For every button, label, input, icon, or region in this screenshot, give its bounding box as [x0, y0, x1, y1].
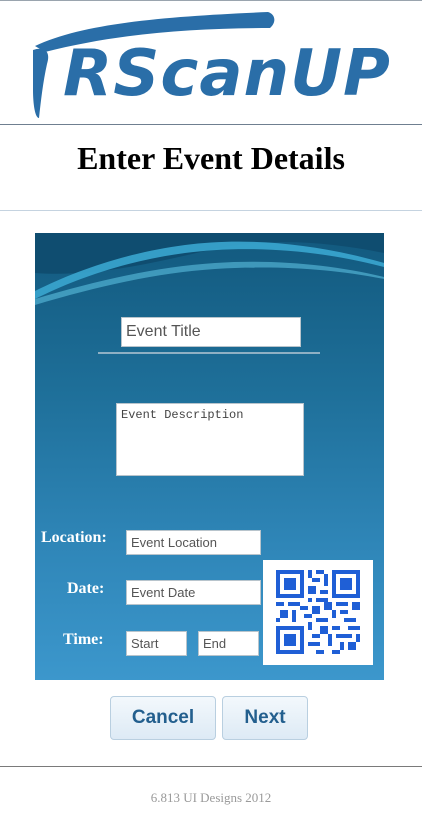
- event-title-input[interactable]: Event Title: [121, 317, 301, 347]
- event-description-input[interactable]: Event Description: [116, 403, 304, 476]
- location-label: Location:: [41, 529, 107, 546]
- event-date-input[interactable]: Event Date: [126, 580, 261, 605]
- end-time-input[interactable]: End: [198, 631, 259, 656]
- footer-divider: [0, 766, 422, 767]
- qr-code-icon: [276, 570, 360, 654]
- app-logo: RScanUP: [25, 8, 395, 120]
- logo-text: RScanUP: [63, 37, 391, 111]
- date-label: Date:: [67, 580, 105, 597]
- title-divider: [0, 210, 422, 211]
- wave-decoration-icon: [35, 233, 384, 305]
- qr-code: [263, 560, 373, 665]
- cancel-button[interactable]: Cancel: [110, 696, 216, 740]
- page-title: Enter Event Details: [77, 140, 345, 176]
- time-label: Time:: [63, 631, 104, 648]
- top-divider: [0, 0, 422, 1]
- event-form-panel: Event Title Event Description Location: …: [35, 233, 384, 680]
- logo-divider: [0, 124, 422, 125]
- event-title-divider: [98, 352, 320, 354]
- footer-text: 6.813 UI Designs 2012: [150, 790, 272, 805]
- start-time-input[interactable]: Start: [126, 631, 187, 656]
- next-button[interactable]: Next: [222, 696, 308, 740]
- event-location-input[interactable]: Event Location: [126, 530, 261, 555]
